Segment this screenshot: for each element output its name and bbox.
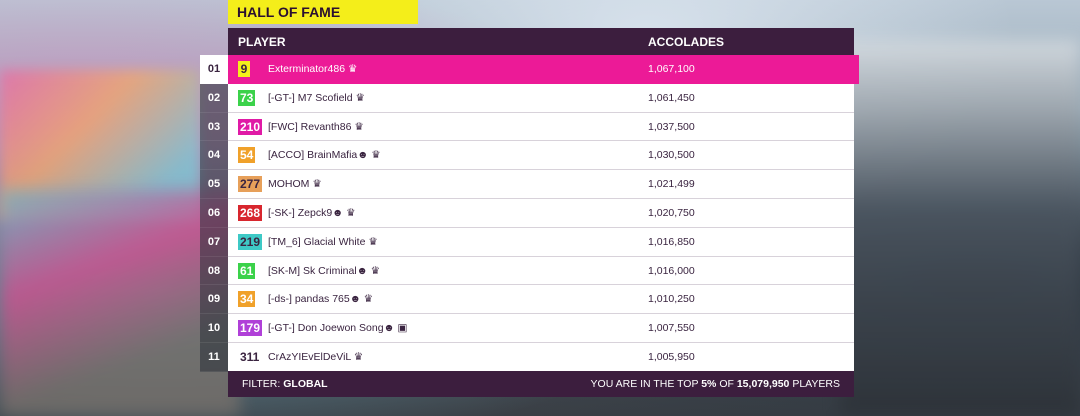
accolades-value: 1,005,950 [648, 350, 695, 363]
level-badge: 179 [238, 320, 263, 337]
leaderboard-footer: FILTER: GLOBAL YOU ARE IN THE TOP 5% OF … [228, 371, 854, 397]
leaderboard-row[interactable]: 9 Exterminator486 ♛ 1,067,100 [228, 55, 859, 84]
hall-of-fame-title: HALL OF FAME [228, 0, 418, 24]
player-name: [TM_6] Glacial White ♛ [268, 235, 378, 248]
level-badge: 219 [238, 233, 263, 250]
top-prefix: YOU ARE IN THE TOP [590, 378, 699, 390]
player-name: MOHOM ♛ [268, 178, 322, 191]
rank-number: 06 [200, 198, 228, 228]
leaderboard-row[interactable]: 268 [-SK-] Zepck9☻ ♛ 1,020,750 [228, 198, 854, 228]
accolades-value: 1,067,100 [648, 63, 695, 75]
accolades-value: 1,061,450 [648, 91, 695, 104]
player-name: [ACCO] BrainMafia☻ ♛ [268, 149, 381, 162]
player-name: [-ds-] pandas 765☻ ♛ [268, 293, 374, 306]
leaderboard-row[interactable]: 277 MOHOM ♛ 1,021,499 [228, 170, 854, 199]
level-badge: 9 [238, 61, 250, 77]
player-column-header: PLAYER [238, 35, 286, 49]
rank-number: 01 [200, 55, 228, 84]
leaderboard-row[interactable]: 179 [-GT-] Don Joewon Song☻ ▣ 1,007,550 [228, 314, 854, 343]
level-badge: 268 [238, 204, 263, 221]
player-name: [SK-M] Sk Criminal☻ ♛ [268, 264, 381, 277]
leaderboard-row[interactable]: 34 [-ds-] pandas 765☻ ♛ 1,010,250 [228, 285, 854, 315]
leaderboard-row[interactable]: 61 [SK-M] Sk Criminal☻ ♛ 1,016,000 [228, 256, 854, 286]
leaderboard-row[interactable]: 210 [FWC] Revanth86 ♛ 1,037,500 [228, 112, 854, 142]
rank-number: 02 [200, 83, 228, 113]
player-name: [-SK-] Zepck9☻ ♛ [268, 206, 356, 219]
leaderboard-row[interactable]: 73 [-GT-] M7 Scofield ♛ 1,061,450 [228, 83, 854, 113]
rank-number: 11 [200, 342, 228, 372]
leaderboard-rows: 9 Exterminator486 ♛ 1,067,100 73 [-GT-] M7 S… [228, 55, 859, 372]
accolades-column-header: ACCOLADES [648, 35, 725, 49]
rank-number: 08 [200, 256, 228, 286]
top-percent: 5% [701, 378, 717, 390]
rank-number: 10 [200, 314, 228, 343]
accolades-value: 1,007,550 [648, 322, 695, 335]
rank-column: 01 02 03 04 05 06 07 08 09 10 11 [200, 55, 228, 372]
accolades-value: 1,016,000 [648, 264, 695, 277]
accolades-value: 1,016,850 [648, 235, 695, 248]
leaderboard-row[interactable]: 219 [TM_6] Glacial White ♛ 1,016,850 [228, 227, 854, 257]
level-badge: 61 [238, 262, 256, 279]
accolades-value: 1,021,499 [648, 178, 695, 191]
player-name: Exterminator486 ♛ [268, 63, 358, 75]
accolades-value: 1,010,250 [648, 293, 695, 306]
leaderboard-panel: PLAYER ACCOLADES 9 Exterminator486 ♛ 1,067… [228, 28, 859, 397]
player-name: CrAzYIEvElDeViL ♛ [268, 350, 364, 363]
players-label: PLAYERS [792, 378, 840, 390]
total-players: 15,079,950 [736, 378, 790, 390]
leaderboard-row[interactable]: 311 CrAzYIEvElDeViL ♛ 1,005,950 [228, 342, 854, 372]
accolades-value: 1,020,750 [648, 206, 695, 219]
player-name: [-GT-] Don Joewon Song☻ ▣ [268, 322, 408, 335]
level-badge: 73 [238, 89, 256, 106]
accolades-value: 1,030,500 [648, 149, 695, 162]
level-badge: 311 [238, 348, 262, 365]
rank-number: 07 [200, 227, 228, 257]
level-badge: 34 [238, 291, 256, 308]
rank-number: 09 [200, 285, 228, 315]
player-name: [FWC] Revanth86 ♛ [268, 120, 364, 133]
rank-number: 05 [200, 170, 228, 199]
level-badge: 210 [238, 118, 263, 135]
filter-value: GLOBAL [283, 378, 328, 390]
background-crowd [840, 40, 1080, 416]
filter-indicator[interactable]: FILTER: GLOBAL [242, 378, 328, 390]
level-badge: 277 [238, 176, 263, 193]
accolades-value: 1,037,500 [648, 120, 695, 133]
player-name: [-GT-] M7 Scofield ♛ [268, 91, 365, 104]
filter-label: FILTER: [242, 378, 281, 390]
level-badge: 54 [238, 147, 256, 164]
rank-number: 04 [200, 141, 228, 171]
top-of: OF [719, 378, 734, 390]
rank-number: 03 [200, 112, 228, 142]
player-ranking-summary: YOU ARE IN THE TOP 5% OF 15,079,950 PLAY… [591, 378, 840, 390]
leaderboard-header: PLAYER ACCOLADES [228, 28, 854, 55]
leaderboard-row[interactable]: 54 [ACCO] BrainMafia☻ ♛ 1,030,500 [228, 141, 854, 171]
